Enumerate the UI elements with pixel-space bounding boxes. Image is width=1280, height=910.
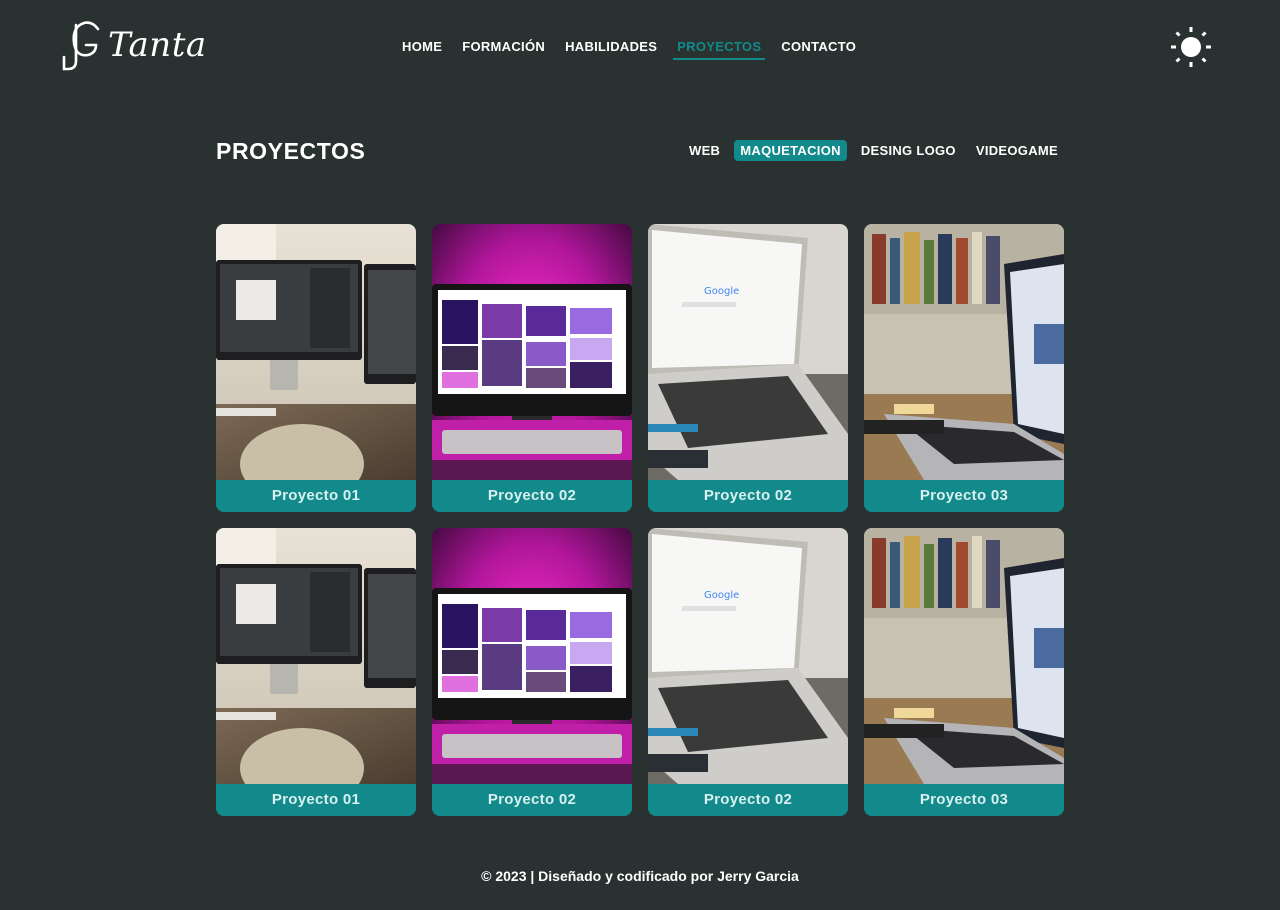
project-card[interactable]: Proyecto 03 [864, 528, 1064, 816]
site-header: Tanta HOME FORMACIÓN HABILIDADES PROYECT… [0, 0, 1280, 94]
logo-link[interactable]: Tanta [62, 18, 207, 72]
projects-grid: Proyecto 01 Proyecto 02 Google Proyecto … [216, 224, 1064, 816]
sun-icon [1171, 27, 1211, 67]
project-card[interactable]: Google Proyecto 02 [648, 224, 848, 512]
project-title: Proyecto 02 [648, 784, 848, 816]
project-card[interactable]: Proyecto 01 [216, 224, 416, 512]
svg-text:Google: Google [704, 286, 739, 297]
project-card[interactable]: Google Proyecto 02 [648, 528, 848, 816]
nav-item-proyectos[interactable]: PROYECTOS [669, 28, 769, 67]
nav-item-habilidades[interactable]: HABILIDADES [557, 28, 665, 67]
footer-text: © 2023 | Diseñado y codificado por Jerry… [481, 868, 799, 884]
project-card[interactable]: Proyecto 02 [432, 528, 632, 816]
filter-videogame[interactable]: VIDEOGAME [970, 140, 1064, 161]
laptop-google-photo: Google [648, 224, 848, 480]
logo-icon [62, 21, 100, 71]
desk-imac-photo [216, 224, 416, 480]
filter-maquetacion[interactable]: MAQUETACION [734, 140, 847, 161]
logo-text: Tanta [108, 25, 207, 65]
laptop-bookshelf-photo [864, 528, 1064, 784]
section-title: PROYECTOS [216, 138, 366, 164]
project-title: Proyecto 02 [648, 480, 848, 512]
pink-imac-photo [432, 528, 632, 784]
project-title: Proyecto 03 [864, 480, 1064, 512]
project-filters: WEB MAQUETACION DESING LOGO VIDEOGAME [675, 140, 1064, 161]
filter-desing-logo[interactable]: DESING LOGO [855, 140, 962, 161]
project-title: Proyecto 01 [216, 480, 416, 512]
project-title: Proyecto 02 [432, 784, 632, 816]
laptop-bookshelf-photo [864, 224, 1064, 480]
nav-item-formacion[interactable]: FORMACIÓN [454, 28, 553, 67]
theme-toggle-button[interactable] [1170, 26, 1212, 68]
nav-item-home[interactable]: HOME [394, 28, 450, 67]
desk-imac-photo [216, 528, 416, 784]
pink-imac-photo [432, 224, 632, 480]
project-title: Proyecto 02 [432, 480, 632, 512]
laptop-google-photo: Google [648, 528, 848, 784]
project-card[interactable]: Proyecto 03 [864, 224, 1064, 512]
nav-item-contacto[interactable]: CONTACTO [773, 28, 864, 67]
site-footer: © 2023 | Diseñado y codificado por Jerry… [0, 868, 1280, 884]
project-card[interactable]: Proyecto 02 [432, 224, 632, 512]
project-title: Proyecto 01 [216, 784, 416, 816]
main-nav: HOME FORMACIÓN HABILIDADES PROYECTOS CON… [394, 28, 868, 67]
filter-web[interactable]: WEB [683, 140, 726, 161]
svg-text:Google: Google [704, 590, 739, 601]
project-title: Proyecto 03 [864, 784, 1064, 816]
project-card[interactable]: Proyecto 01 [216, 528, 416, 816]
